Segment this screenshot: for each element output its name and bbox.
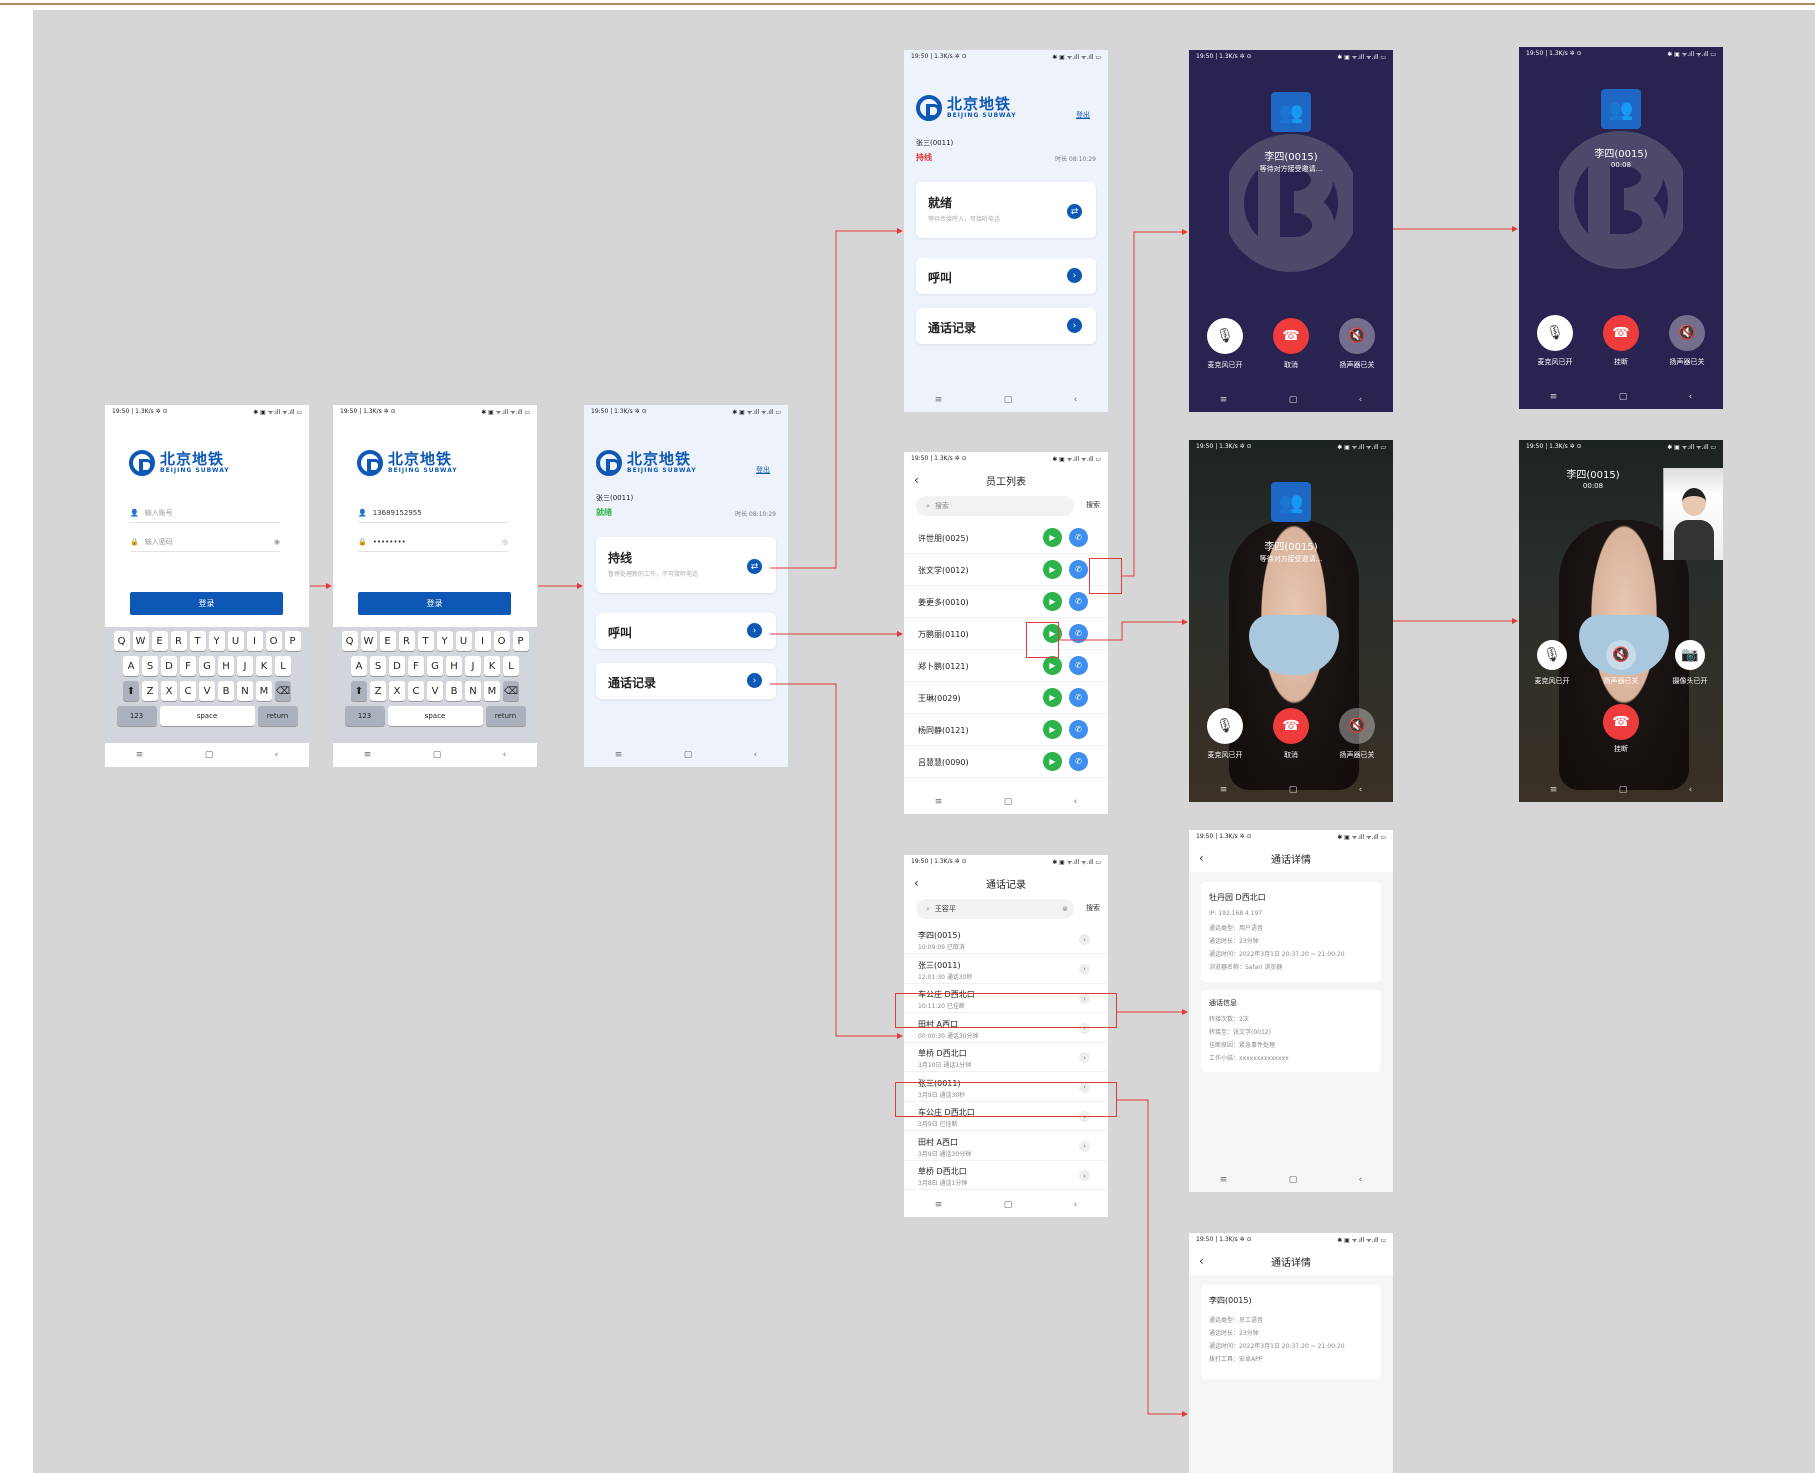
- flow-links: [310, 226, 1518, 1417]
- link-home-to-records: [770, 683, 903, 1039]
- link-staff-to-video: [1059, 619, 1188, 641]
- link-record2-to-detail2: [1117, 1099, 1188, 1417]
- link-staff-to-voice: [1122, 229, 1188, 577]
- link-home-to-hold: [770, 228, 903, 569]
